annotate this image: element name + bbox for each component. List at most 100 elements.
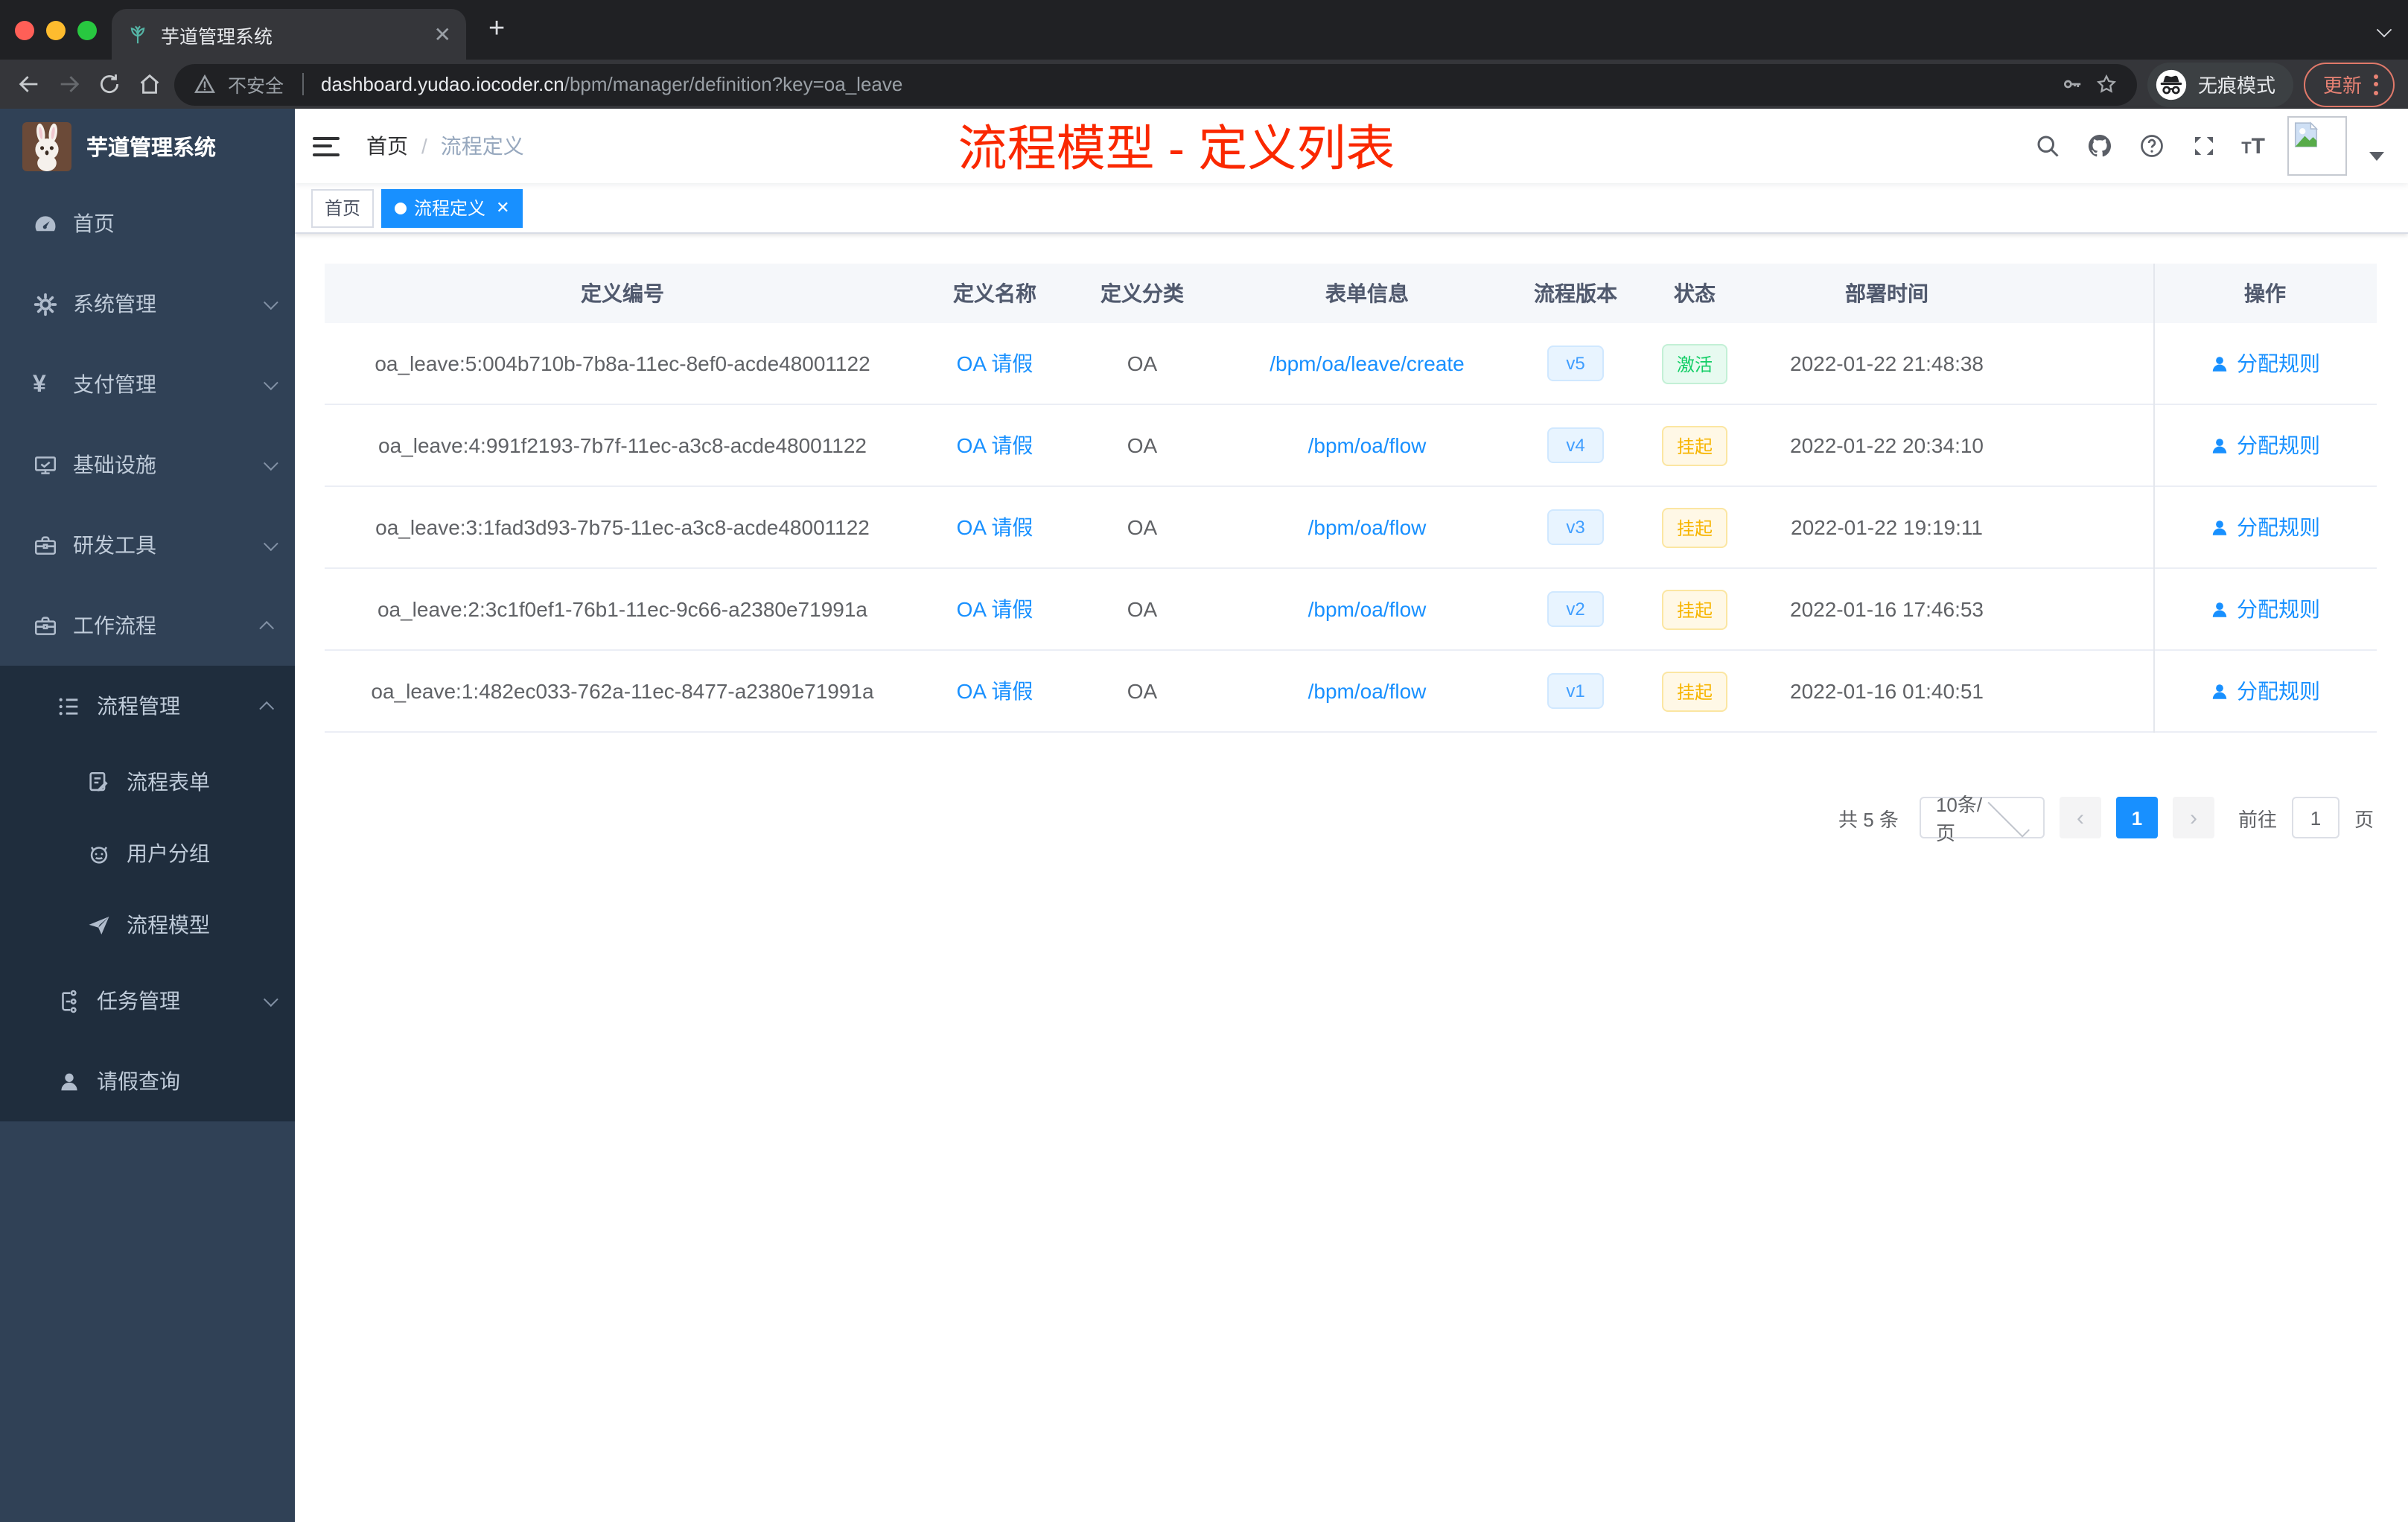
chevron-down-icon — [1988, 795, 2030, 837]
avatar-dropdown-caret-icon[interactable] — [2369, 152, 2384, 161]
assign-rule-link[interactable]: 分配规则 — [2210, 348, 2320, 378]
table-row: oa_leave:4:991f2193-7b7f-11ec-a3c8-acde4… — [325, 405, 2377, 487]
menu-kebab-icon[interactable] — [2374, 74, 2378, 95]
help-icon[interactable] — [2137, 131, 2167, 161]
definition-name-link[interactable]: OA 请假 — [957, 597, 1033, 621]
forward-icon[interactable] — [54, 69, 83, 99]
definition-name-link[interactable]: OA 请假 — [957, 351, 1033, 375]
bookmark-star-icon[interactable] — [2095, 73, 2118, 95]
top-navbar: 首页 / 流程定义 流程模型 - 定义列表 TT — [295, 109, 2408, 183]
assign-rule-link[interactable]: 分配规则 — [2210, 430, 2320, 460]
github-icon[interactable] — [2085, 131, 2115, 161]
address-bar[interactable]: 不安全 dashboard.yudao.iocoder.cn/bpm/manag… — [174, 63, 2137, 105]
sidebar-item-process-management[interactable]: 流程管理 — [0, 666, 295, 746]
definition-name-link[interactable]: OA 请假 — [957, 515, 1033, 539]
hamburger-icon[interactable] — [313, 136, 340, 156]
page-number-button[interactable]: 1 — [2115, 797, 2158, 838]
close-window-button[interactable] — [15, 21, 34, 40]
chevron-down-icon — [263, 455, 278, 471]
tab-close-icon[interactable]: ✕ — [434, 24, 451, 45]
dashboard-icon — [33, 211, 58, 236]
app-logo[interactable]: 芋道管理系统 — [0, 109, 295, 183]
sidebar-item-devtools[interactable]: 研发工具 — [0, 505, 295, 585]
sidebar-item-label: 系统管理 — [73, 292, 156, 316]
user-icon — [2212, 356, 2227, 371]
sidebar-item-user-group[interactable]: 用户分组 — [0, 818, 295, 889]
reload-icon[interactable] — [94, 69, 124, 99]
page-size-select[interactable]: 10条/页 — [1919, 794, 2045, 844]
form-info-link[interactable]: /bpm/oa/flow — [1308, 515, 1427, 539]
sidebar-item-label: 研发工具 — [73, 533, 156, 557]
next-page-button[interactable]: › — [2172, 797, 2214, 838]
new-tab-button[interactable]: + — [488, 13, 505, 46]
navbar-actions: TT — [2033, 116, 2384, 176]
browser-update-button[interactable]: 更新 — [2303, 62, 2395, 106]
status-badge: 激活 — [1661, 343, 1727, 383]
rabbit-avatar — [22, 121, 71, 171]
form-info-link[interactable]: /bpm/oa/leave/create — [1270, 351, 1465, 375]
window-controls[interactable] — [15, 21, 97, 40]
definition-category: OA — [1127, 351, 1158, 375]
sidebar-item-label: 工作流程 — [73, 614, 156, 637]
home-icon[interactable] — [134, 69, 164, 99]
sidebar-item-payment[interactable]: ¥ 支付管理 — [0, 344, 295, 424]
sidebar-item-task-management[interactable]: 任务管理 — [0, 961, 295, 1041]
sidebar-item-label: 用户分组 — [127, 841, 210, 865]
main-area: 首页 / 流程定义 流程模型 - 定义列表 TT 首页 流程定义 ✕ 定义编号 … — [295, 109, 2408, 1522]
sidebar-item-infra[interactable]: 基础设施 — [0, 424, 295, 505]
screen: 芋道管理系统 ✕ + 不安全 dashboard.yudao.iocoder.c… — [0, 0, 2408, 1522]
column-header: 流程版本 — [1534, 281, 1617, 305]
column-header: 表单信息 — [1325, 281, 1409, 305]
sidebar-item-system[interactable]: 系统管理 — [0, 264, 295, 344]
sidebar-item-home[interactable]: 首页 — [0, 183, 295, 264]
password-key-icon[interactable] — [2061, 73, 2083, 95]
update-label[interactable]: 更新 — [2323, 70, 2362, 98]
column-header: 操作 — [2244, 281, 2286, 305]
active-dot — [395, 202, 407, 214]
status-badge: 挂起 — [1661, 425, 1727, 465]
assign-rule-link[interactable]: 分配规则 — [2210, 594, 2320, 624]
paper-plane-icon — [86, 912, 112, 937]
prev-page-button[interactable]: ‹ — [2059, 797, 2101, 838]
form-info-link[interactable]: /bpm/oa/flow — [1308, 433, 1427, 457]
sidebar-item-leave-query[interactable]: 请假查询 — [0, 1041, 295, 1121]
version-badge: v3 — [1547, 509, 1604, 545]
list-icon — [57, 693, 82, 719]
sidebar-item-workflow[interactable]: 工作流程 — [0, 585, 295, 666]
definition-id: oa_leave:5:004b710b-7b8a-11ec-8ef0-acde4… — [375, 351, 870, 375]
back-icon[interactable] — [13, 69, 43, 99]
browser-tab[interactable]: 芋道管理系统 ✕ — [112, 9, 466, 60]
minimize-window-button[interactable] — [46, 21, 66, 40]
sidebar-item-process-model[interactable]: 流程模型 — [0, 889, 295, 961]
tab-search-chevron-icon[interactable] — [2376, 22, 2392, 38]
assign-rule-link[interactable]: 分配规则 — [2210, 676, 2320, 706]
definition-name-link[interactable]: OA 请假 — [957, 433, 1033, 457]
sidebar-item-process-form[interactable]: 流程表单 — [0, 746, 295, 818]
briefcase-icon — [33, 613, 58, 638]
search-icon[interactable] — [2033, 131, 2063, 161]
url-text[interactable]: dashboard.yudao.iocoder.cn/bpm/manager/d… — [321, 73, 2049, 95]
fullscreen-icon[interactable] — [2189, 131, 2219, 161]
font-size-icon[interactable]: TT — [2241, 133, 2265, 159]
warning-triangle-icon[interactable] — [194, 73, 216, 95]
tag-process-definition[interactable]: 流程定义 ✕ — [381, 188, 523, 227]
page-content: 定义编号 定义名称 定义分类 表单信息 流程版本 状态 部署时间 操作 oa_l… — [295, 234, 2408, 1522]
tag-close-icon[interactable]: ✕ — [496, 198, 509, 217]
definition-name-link[interactable]: OA 请假 — [957, 679, 1033, 703]
breadcrumb-home[interactable]: 首页 — [366, 131, 408, 161]
tag-label: 首页 — [325, 198, 361, 219]
tag-home[interactable]: 首页 — [311, 188, 375, 227]
security-label[interactable]: 不安全 — [228, 70, 284, 98]
avatar[interactable] — [2287, 116, 2347, 176]
maximize-window-button[interactable] — [77, 21, 97, 40]
version-badge: v5 — [1547, 346, 1604, 381]
yuan-icon: ¥ — [33, 372, 46, 397]
assign-rule-link[interactable]: 分配规则 — [2210, 512, 2320, 542]
incognito-badge: 无痕模式 — [2147, 62, 2293, 106]
form-info-link[interactable]: /bpm/oa/flow — [1308, 679, 1427, 703]
goto-page-input[interactable] — [2291, 797, 2339, 838]
sidebar-item-label: 基础设施 — [73, 453, 156, 477]
form-info-link[interactable]: /bpm/oa/flow — [1308, 597, 1427, 621]
page-unit-label: 页 — [2354, 808, 2374, 830]
user-icon — [2212, 520, 2227, 535]
